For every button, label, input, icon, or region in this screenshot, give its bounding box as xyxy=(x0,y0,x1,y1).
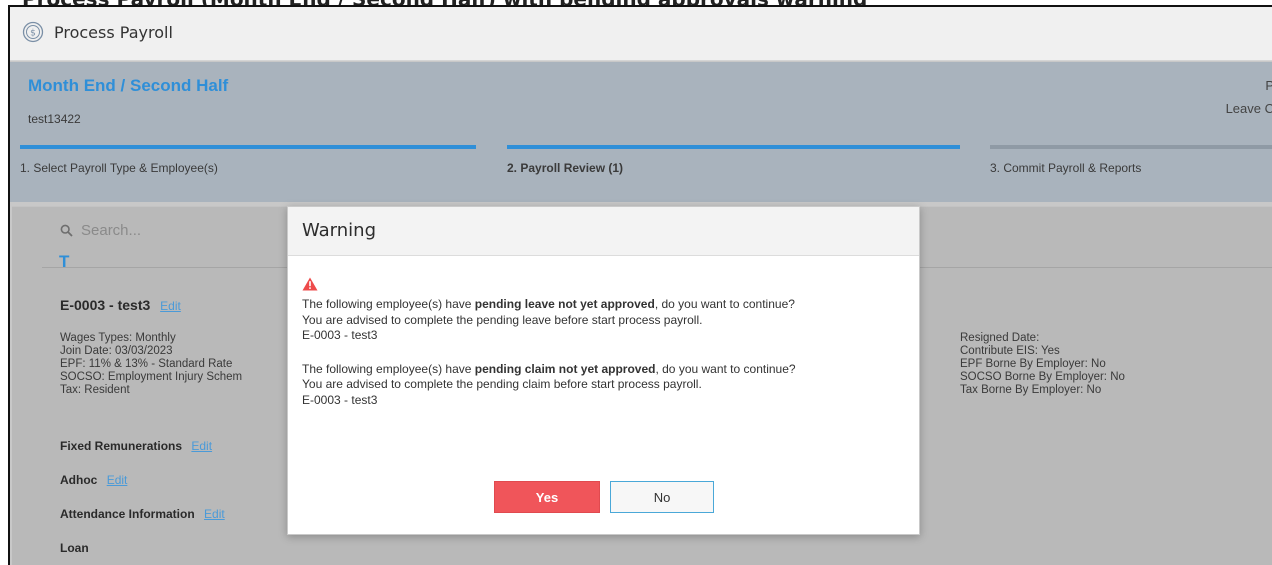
leave-warning-prefix: The following employee(s) have xyxy=(302,297,475,311)
leave-advice: You are advised to complete the pending … xyxy=(302,312,703,327)
leave-employee: E-0003 - test3 xyxy=(302,328,378,342)
claim-warning-suffix: , do you want to continue? xyxy=(655,361,796,376)
claim-employee: E-0003 - test3 xyxy=(302,392,378,407)
claim-advice: You are advised to complete the pending … xyxy=(302,377,702,391)
leave-warning-line: The following employee(s) have pending l… xyxy=(302,297,796,313)
dialog-body: The following employee(s) have pending l… xyxy=(302,277,796,408)
modal-overlay: Warning The following employee(s) have p… xyxy=(0,0,1272,565)
dialog-header: Warning xyxy=(288,207,919,256)
leave-warning-bold: pending leave not yet approved xyxy=(474,297,655,311)
leave-warning-suffix: , do you want to continue? xyxy=(654,297,795,311)
claim-warning-bold: pending claim not yet approved xyxy=(474,361,656,376)
no-button[interactable]: No xyxy=(610,481,714,513)
claim-warning-prefix: The following employee(s) have xyxy=(302,361,475,376)
claim-warning-line: The following employee(s) have pending c… xyxy=(302,362,796,378)
warning-dialog: Warning The following employee(s) have p… xyxy=(287,206,920,535)
yes-button[interactable]: Yes xyxy=(494,481,600,513)
dialog-title: Warning xyxy=(302,220,377,241)
warning-triangle-icon xyxy=(302,277,318,291)
